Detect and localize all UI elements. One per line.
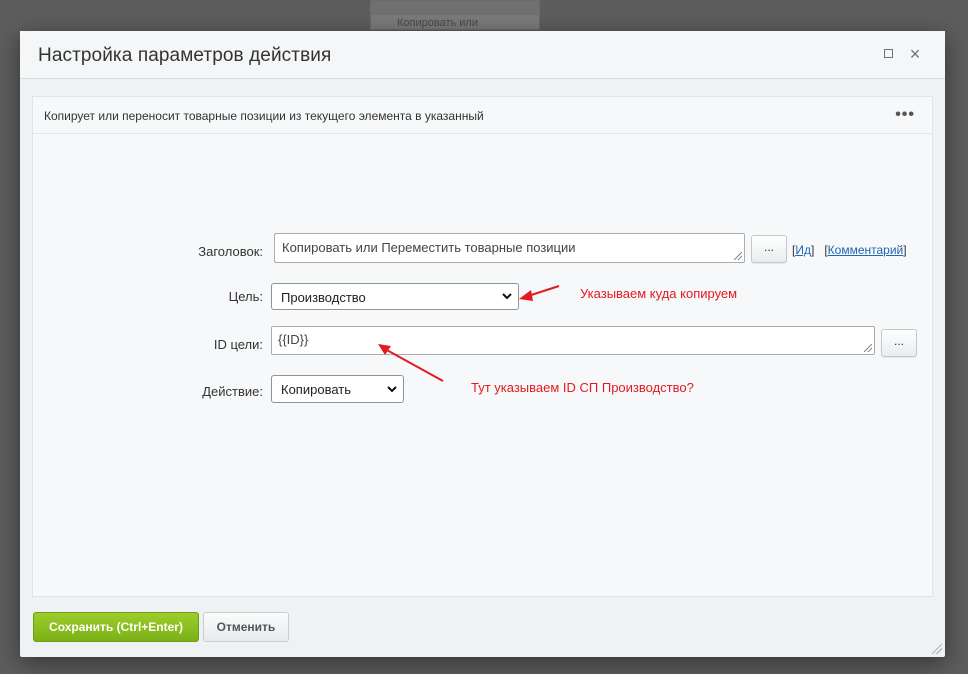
- target-annotation: Указываем куда копируем: [580, 286, 738, 301]
- more-options-icon[interactable]: •••: [895, 106, 915, 124]
- target-id-input[interactable]: {{ID}}: [271, 326, 875, 355]
- cancel-button[interactable]: Отменить: [203, 612, 289, 642]
- dialog-header: Настройка параметров действия ×: [20, 31, 945, 79]
- id-annotation: Тут указываем ID СП Производство?: [471, 380, 694, 395]
- maximize-icon[interactable]: [880, 46, 896, 62]
- title-insert-button[interactable]: ...: [751, 235, 787, 263]
- action-select[interactable]: Копировать: [271, 375, 404, 403]
- title-input-value: Копировать или Переместить товарные пози…: [282, 240, 576, 255]
- background-card: Копировать или: [370, 0, 540, 30]
- close-icon[interactable]: ×: [907, 45, 923, 63]
- action-select-value: Копировать: [281, 382, 351, 397]
- target-id-value: {{ID}}: [278, 332, 309, 347]
- save-button[interactable]: Сохранить (Ctrl+Enter): [33, 612, 199, 642]
- dialog-title: Настройка параметров действия: [38, 45, 332, 66]
- chevron-down-icon: [387, 386, 397, 393]
- target-label: Цель:: [228, 289, 263, 304]
- target-id-label: ID цели:: [213, 337, 263, 352]
- target-select[interactable]: Производство: [271, 283, 519, 310]
- action-settings-dialog: Настройка параметров действия × Копирует…: [20, 31, 945, 657]
- title-input[interactable]: Копировать или Переместить товарные пози…: [274, 233, 745, 263]
- title-label: Заголовок:: [198, 244, 263, 259]
- target-select-value: Производство: [281, 290, 366, 305]
- arrow-to-target-icon: [519, 285, 560, 301]
- background-card-text: Копировать или: [397, 17, 478, 29]
- settings-panel: Копирует или переносит товарные позиции …: [32, 96, 933, 597]
- dialog-resize-icon[interactable]: [932, 644, 942, 654]
- resize-handle-icon[interactable]: [864, 344, 872, 352]
- chevron-down-icon: [502, 293, 512, 300]
- comment-link[interactable]: Комментарий: [828, 243, 904, 257]
- background-card-bar: [371, 1, 539, 15]
- action-label: Действие:: [202, 384, 263, 399]
- resize-handle-icon[interactable]: [734, 252, 742, 260]
- id-link[interactable]: Ид: [795, 243, 811, 257]
- title-links: [Ид] [Комментарий]: [792, 243, 907, 257]
- panel-header: Копирует или переносит товарные позиции …: [33, 97, 932, 134]
- target-id-insert-button[interactable]: ...: [881, 329, 917, 357]
- action-description: Копирует или переносит товарные позиции …: [44, 109, 484, 123]
